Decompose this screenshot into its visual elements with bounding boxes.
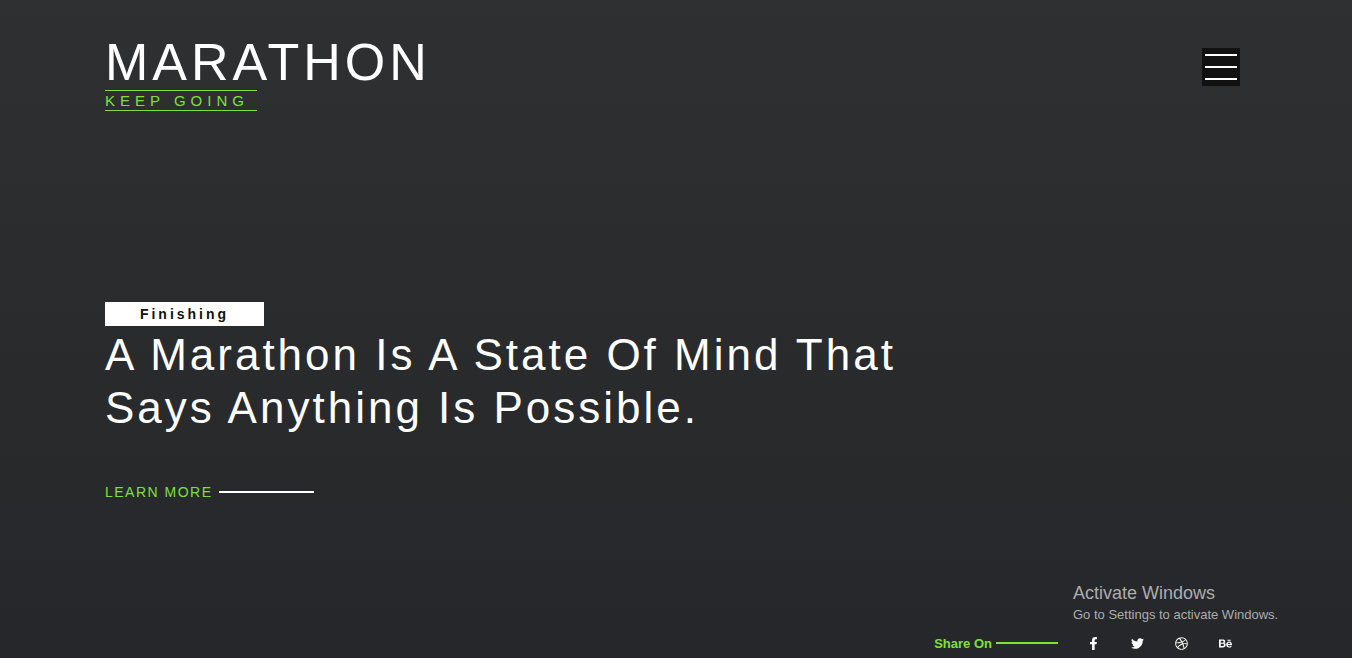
activation-watermark: Activate Windows Go to Settings to activa… <box>1073 583 1278 623</box>
twitter-link[interactable] <box>1128 634 1146 652</box>
watermark-subtitle: Go to Settings to activate Windows. <box>1073 607 1278 623</box>
site-header: MARATHONKEEP GOING <box>0 0 1352 111</box>
menu-line <box>1205 66 1237 68</box>
watermark-title: Activate Windows <box>1073 583 1278 604</box>
share-line <box>996 642 1058 644</box>
facebook-link[interactable] <box>1084 634 1102 652</box>
hero-badge: Finishing <box>105 302 264 326</box>
dribbble-icon <box>1175 637 1188 650</box>
hero-page: MARATHONKEEP GOING FinishingA Marathon Is… <box>0 0 1352 658</box>
learn-more-link[interactable]: LEARN MORE <box>105 484 314 500</box>
share-label: Share On <box>934 636 1058 651</box>
twitter-icon <box>1131 637 1144 650</box>
logo-title: MARATHON <box>105 34 431 90</box>
hero-heading: A Marathon Is A State Of Mind That Says … <box>105 328 925 434</box>
link-line <box>219 491 314 493</box>
hero-content: FinishingA Marathon Is A State Of Mind T… <box>0 302 1352 500</box>
brand[interactable]: MARATHONKEEP GOING <box>105 34 431 111</box>
menu-line <box>1205 54 1237 56</box>
dribbble-link[interactable] <box>1172 634 1190 652</box>
logo-tagline: KEEP GOING <box>105 90 257 111</box>
share-bar: Share On <box>0 634 1352 658</box>
behance-icon <box>1219 637 1232 650</box>
menu-button[interactable] <box>1202 48 1240 86</box>
facebook-icon <box>1087 637 1100 650</box>
menu-line <box>1205 78 1237 80</box>
behance-link[interactable] <box>1216 634 1234 652</box>
